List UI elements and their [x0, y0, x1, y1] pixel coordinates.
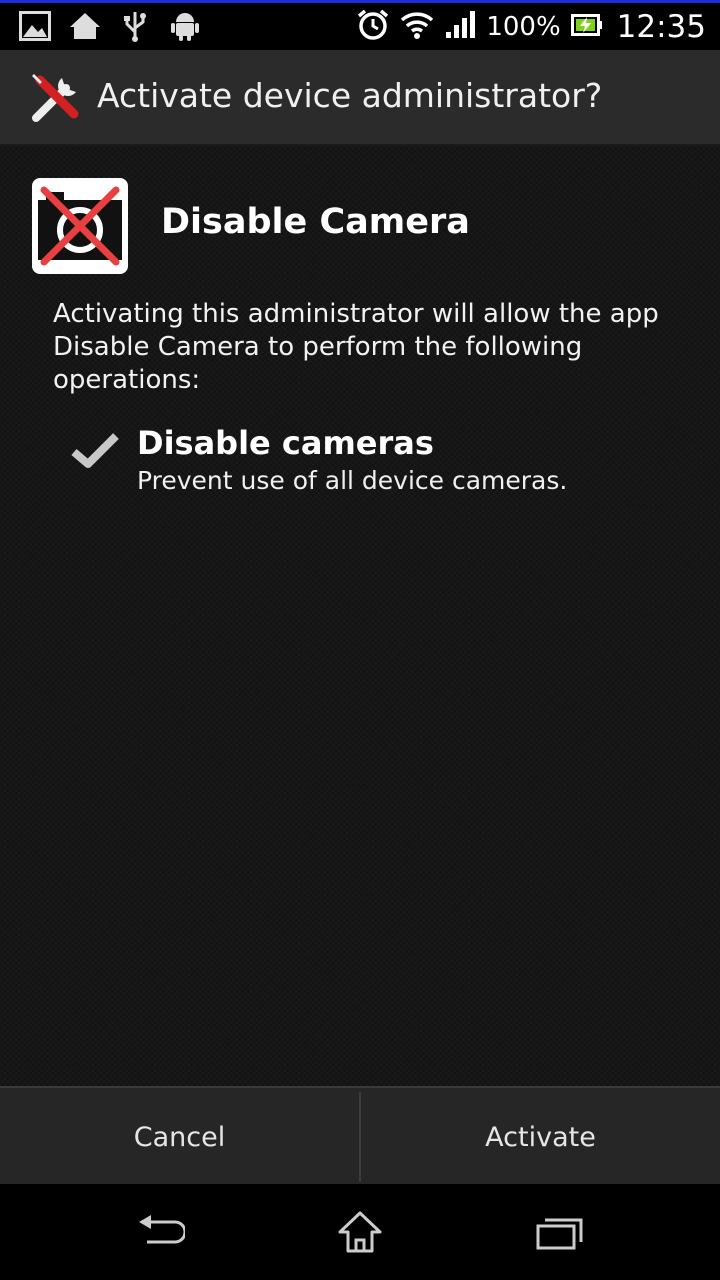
app-name: Disable Camera	[161, 202, 470, 242]
alarm-icon	[356, 8, 390, 46]
admin-description: Activating this administrator will allow…	[53, 299, 659, 395]
tools-icon	[28, 70, 84, 126]
disable-camera-app-icon	[32, 178, 128, 274]
navigation-bar	[0, 1184, 720, 1280]
home-icon[interactable]	[330, 1204, 390, 1260]
button-bar: Cancel Activate	[0, 1086, 720, 1186]
clock: 12:35	[616, 8, 706, 45]
status-bar: 100% 12:35	[0, 3, 720, 50]
android-icon	[168, 9, 202, 43]
activate-button[interactable]: Activate	[361, 1088, 720, 1186]
wifi-icon	[400, 10, 434, 44]
recent-apps-icon[interactable]	[530, 1204, 590, 1260]
cancel-button[interactable]: Cancel	[0, 1088, 359, 1186]
permission-title: Disable cameras	[137, 424, 434, 462]
permission-description: Prevent use of all device cameras.	[137, 466, 568, 495]
check-icon	[70, 430, 120, 470]
dialog-content: Disable Camera Activating this administr…	[0, 146, 720, 1086]
gallery-icon	[18, 9, 52, 43]
dialog-title: Activate device administrator?	[97, 76, 603, 115]
usb-icon	[118, 9, 152, 43]
dialog-titlebar: Activate device administrator?	[0, 50, 720, 146]
back-icon[interactable]	[130, 1204, 190, 1260]
home-notification-icon	[68, 9, 102, 43]
battery-percent: 100%	[486, 11, 561, 42]
battery-charging-icon	[570, 12, 603, 42]
signal-icon	[444, 10, 476, 44]
